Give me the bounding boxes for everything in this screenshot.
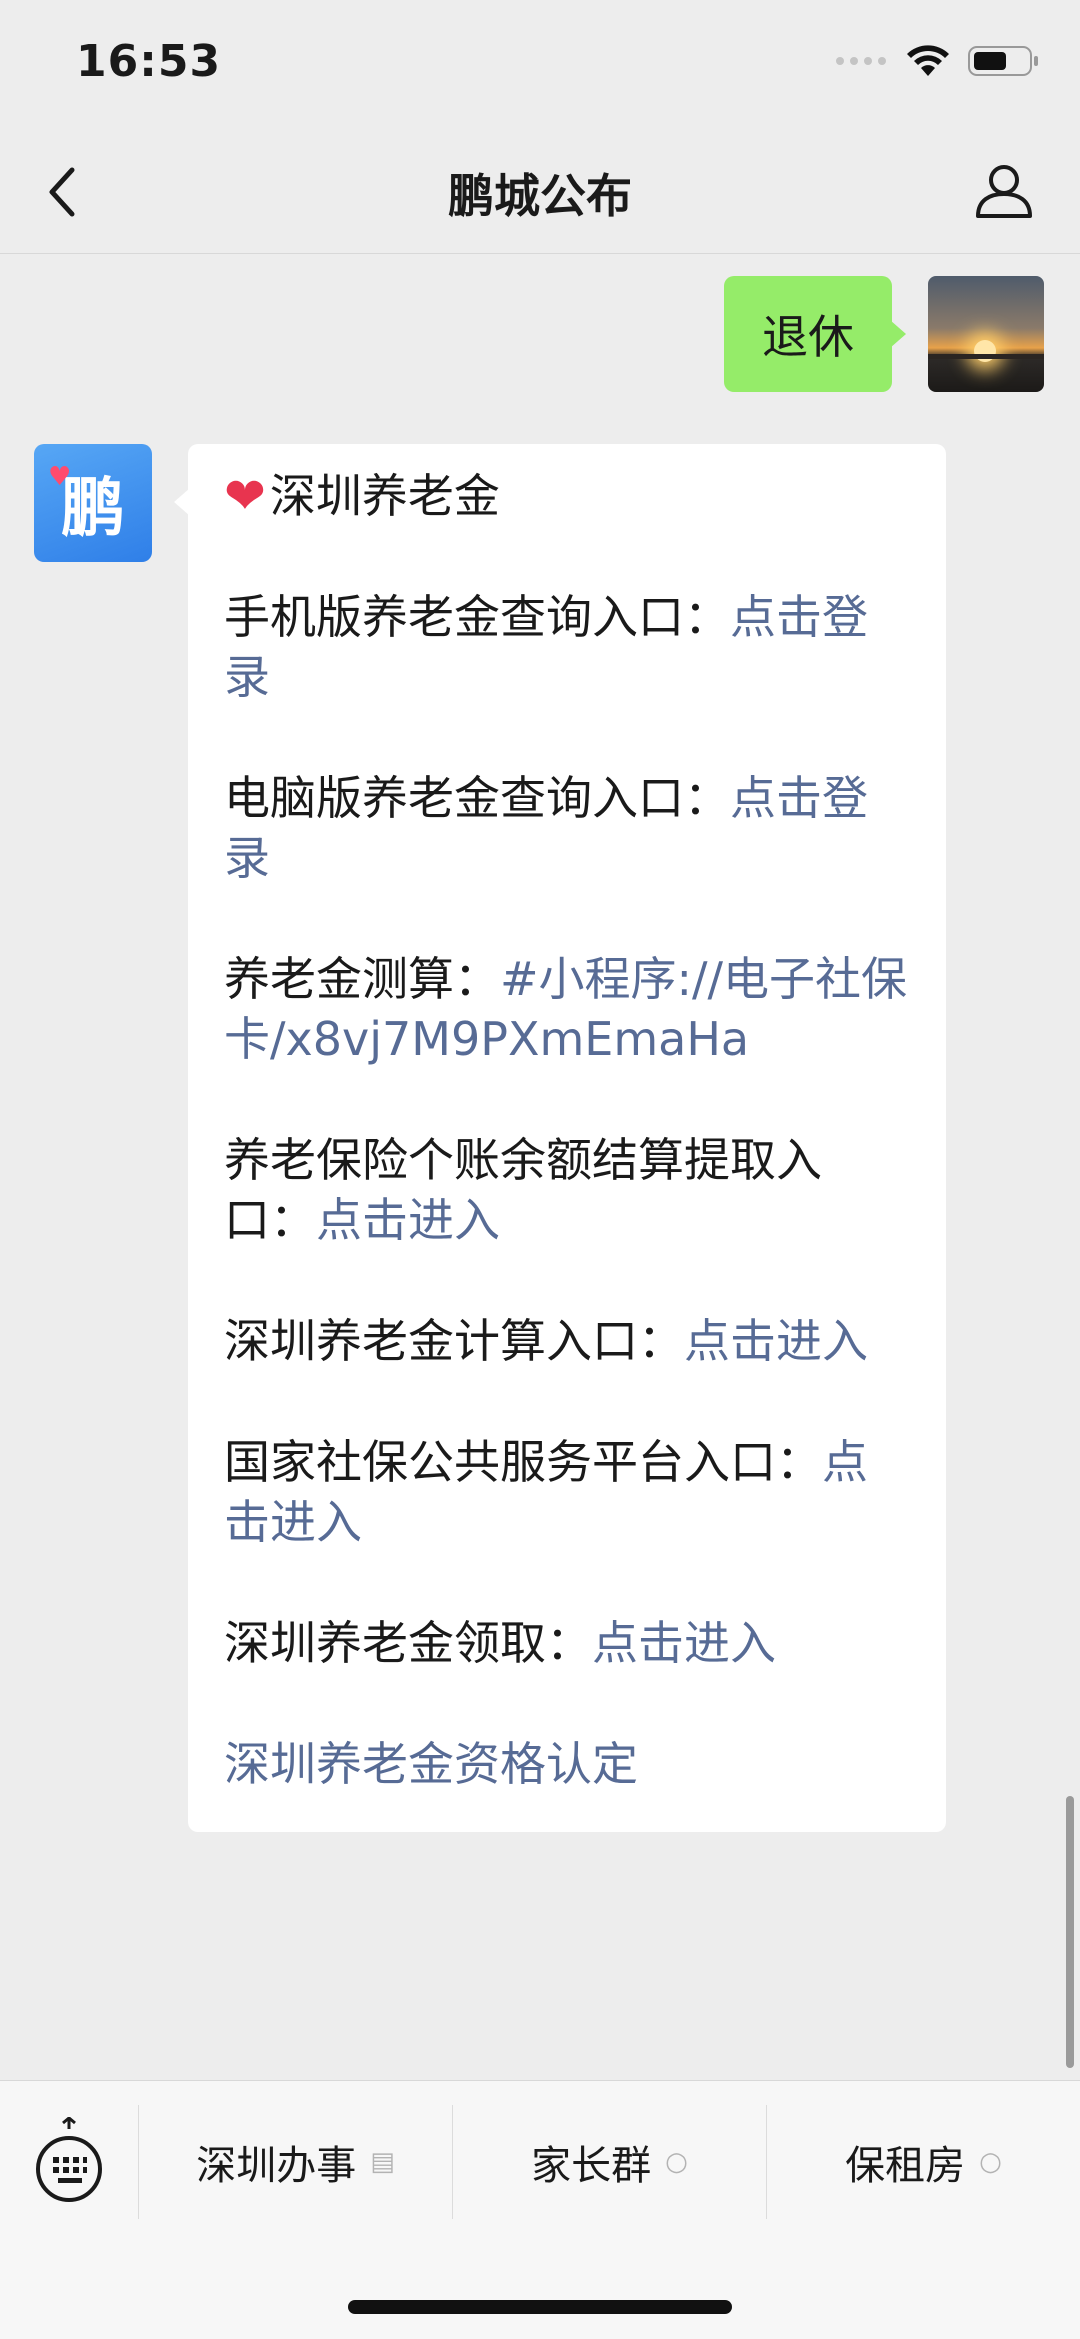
menu-item-parents-group[interactable]: 家长群 ○ xyxy=(452,2105,766,2219)
chat-bubble-icon: ○ xyxy=(979,2147,1002,2177)
entry-link[interactable]: 点击进入 xyxy=(592,1616,776,1670)
menu-item-rental-housing[interactable]: 保租房 ○ xyxy=(766,2105,1080,2219)
user-message-bubble[interactable]: 退休 xyxy=(724,276,906,392)
battery-icon xyxy=(968,44,1040,78)
cellular-signal-icon xyxy=(836,51,888,71)
entry-label: 养老保险个账余额结算提取入口： xyxy=(224,1133,822,1247)
keyboard-toggle-icon[interactable] xyxy=(34,2116,104,2207)
wifi-icon xyxy=(906,44,950,78)
bot-heading: ❤ 深圳养老金 xyxy=(224,466,910,526)
entry-label: 国家社保公共服务平台入口： xyxy=(224,1435,822,1489)
pier-image xyxy=(928,354,1044,359)
status-icons xyxy=(836,44,1040,78)
entry-label: 手机版养老金查询入口： xyxy=(224,590,730,644)
page-title: 鹏城公布 xyxy=(448,169,632,223)
user-message-text: 退休 xyxy=(762,310,854,364)
bot-message-bubble: ❤ 深圳养老金 手机版养老金查询入口：点击登录 电脑版养老金查询入口：点击登录 … xyxy=(174,444,946,1832)
status-bar: 16:53 xyxy=(0,0,1080,130)
menu-item-label: 保租房 xyxy=(845,2143,966,2189)
nav-bar: 鹏城公布 xyxy=(0,130,1080,254)
entry-label: 电脑版养老金查询入口： xyxy=(224,771,730,825)
entry-account-balance: 养老保险个账余额结算提取入口：点击进入 xyxy=(224,1130,910,1250)
scrollbar[interactable] xyxy=(1066,1796,1074,2068)
heart-icon: ❤ xyxy=(224,467,266,525)
user-avatar[interactable] xyxy=(928,276,1044,392)
entry-pension-calc: 养老金测算：#小程序://电子社保卡/x8vj7M9PXmEmaHa xyxy=(224,949,910,1069)
entry-label: 养老金测算： xyxy=(224,952,500,1006)
home-indicator xyxy=(348,2300,732,2314)
entry-link[interactable]: 点击进入 xyxy=(684,1314,868,1368)
menu-item-shenzhen-affairs[interactable]: 深圳办事 ▤ xyxy=(138,2105,452,2219)
entry-pc-query: 电脑版养老金查询入口：点击登录 xyxy=(224,768,910,888)
profile-icon[interactable] xyxy=(974,160,1034,220)
chat-area: 退休 ♥ 鹏 ❤ 深圳养老金 手机版养老金查询入口：点击登录 电脑版养老金查询入… xyxy=(0,254,1080,2080)
chat-bubble-icon: ○ xyxy=(665,2147,688,2177)
entry-national-platform: 国家社保公共服务平台入口：点击进入 xyxy=(224,1432,910,1552)
bot-heading-text: 深圳养老金 xyxy=(269,469,500,523)
heart-mark-icon: ♥ xyxy=(48,462,72,492)
menu-item-label: 家长群 xyxy=(531,2143,652,2189)
entry-qualification: 深圳养老金资格认定 xyxy=(224,1734,910,1794)
entry-label: 深圳养老金领取： xyxy=(224,1616,592,1670)
status-time: 16:53 xyxy=(76,36,222,87)
bot-avatar[interactable]: ♥ 鹏 xyxy=(34,444,152,562)
menu-item-label: 深圳办事 xyxy=(196,2143,357,2189)
entry-pension-collect: 深圳养老金领取：点击进入 xyxy=(224,1613,910,1673)
entry-label: 深圳养老金计算入口： xyxy=(224,1314,684,1368)
entry-shenzhen-calc: 深圳养老金计算入口：点击进入 xyxy=(224,1311,910,1371)
document-icon: ▤ xyxy=(370,2147,395,2177)
entry-link[interactable]: 点击进入 xyxy=(316,1193,500,1247)
entry-link[interactable]: 深圳养老金资格认定 xyxy=(224,1737,638,1791)
entry-mobile-query: 手机版养老金查询入口：点击登录 xyxy=(224,587,910,707)
